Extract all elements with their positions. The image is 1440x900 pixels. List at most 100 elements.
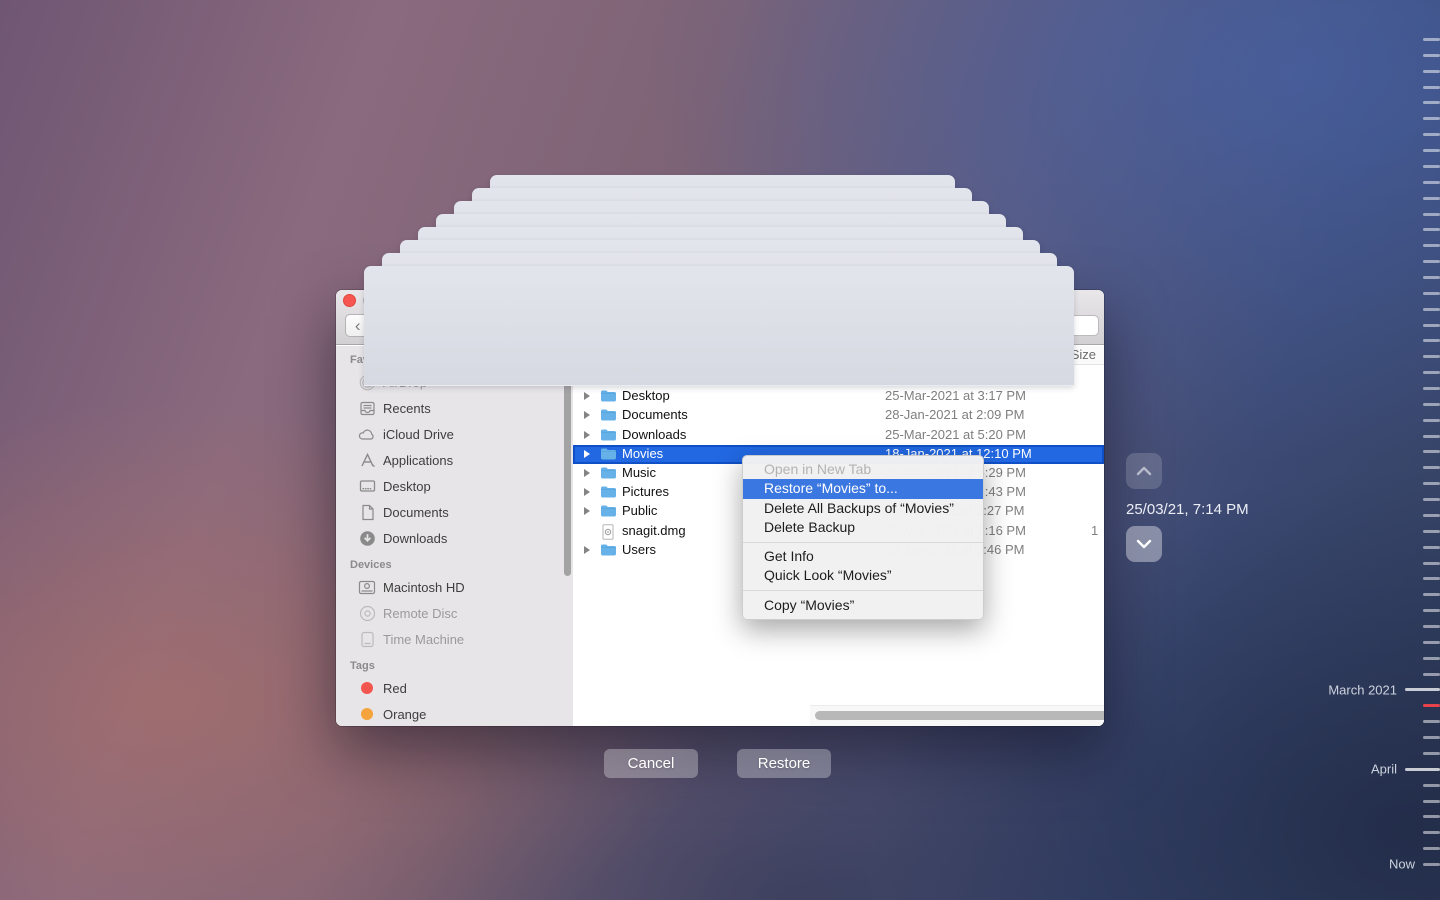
timeline-tick[interactable] — [1423, 593, 1440, 596]
disclosure-triangle-icon[interactable] — [584, 392, 590, 400]
timeline-tick[interactable] — [1423, 403, 1440, 406]
timeline-tick[interactable] — [1423, 86, 1440, 89]
menu-item-quick-look-movies[interactable]: Quick Look “Movies” — [743, 566, 983, 585]
timeline-tick[interactable] — [1423, 482, 1440, 485]
timeline-tick[interactable] — [1423, 371, 1440, 374]
sidebar-item-orange[interactable]: Orange — [336, 701, 573, 726]
timeline-tick[interactable] — [1423, 498, 1440, 501]
timeline-tick[interactable] — [1423, 466, 1440, 469]
sidebar-item-applications[interactable]: Applications — [336, 447, 573, 473]
timeline-tick[interactable] — [1423, 784, 1440, 787]
timeline-tick[interactable] — [1423, 863, 1440, 866]
timeline-tick[interactable] — [1405, 768, 1440, 771]
menu-item-get-info[interactable]: Get Info — [743, 547, 983, 566]
timeline-tick[interactable] — [1423, 641, 1440, 644]
timeline-tick[interactable] — [1423, 38, 1440, 41]
menu-separator — [743, 542, 983, 543]
stacked-backup-window-1[interactable] — [364, 266, 1074, 386]
timeline-tick[interactable] — [1423, 213, 1440, 216]
menu-item-copy-movies[interactable]: Copy “Movies” — [743, 596, 983, 615]
sidebar-item-downloads[interactable]: Downloads — [336, 525, 573, 551]
file-name: Documents — [622, 407, 688, 422]
timeline-tick[interactable] — [1423, 165, 1440, 168]
column-header-size[interactable]: Size — [1071, 347, 1096, 362]
timeline-tick[interactable] — [1423, 800, 1440, 803]
sidebar-item-red[interactable]: Red — [336, 675, 573, 701]
timeline-tick[interactable] — [1405, 688, 1440, 691]
timeline-tick[interactable] — [1423, 149, 1440, 152]
sidebar-item-recents[interactable]: Recents — [336, 395, 573, 421]
restore-button[interactable]: Restore — [737, 749, 831, 778]
timeline-tick[interactable] — [1423, 324, 1440, 327]
timeline-tick[interactable] — [1423, 736, 1440, 739]
disclosure-triangle-icon[interactable] — [584, 431, 590, 439]
sidebar-item-macintosh-hd[interactable]: Macintosh HD — [336, 574, 573, 600]
timeline-tick[interactable] — [1423, 419, 1440, 422]
disclosure-triangle-icon[interactable] — [584, 488, 590, 496]
file-date: 28-Jan-2021 at 2:09 PM — [885, 407, 1024, 422]
file-row-downloads[interactable]: Downloads 25-Mar-2021 at 5:20 PM — [573, 426, 1104, 445]
desktop-icon — [358, 477, 376, 495]
timeline-tick[interactable] — [1423, 546, 1440, 549]
timeline-tick[interactable] — [1423, 70, 1440, 73]
timeline-tick[interactable] — [1423, 117, 1440, 120]
timeline-tick[interactable] — [1423, 673, 1440, 676]
timeline-tick[interactable] — [1423, 292, 1440, 295]
timeline-tick[interactable] — [1423, 260, 1440, 263]
file-row-documents[interactable]: Documents 28-Jan-2021 at 2:09 PM — [573, 406, 1104, 425]
disclosure-triangle-icon[interactable] — [584, 507, 590, 515]
timeline-tick[interactable] — [1423, 530, 1440, 533]
sidebar-item-time-machine[interactable]: Time Machine — [336, 626, 573, 652]
horizontal-scrollbar-track[interactable] — [810, 705, 1104, 726]
disclosure-triangle-icon[interactable] — [584, 546, 590, 554]
disclosure-triangle-icon[interactable] — [584, 469, 590, 477]
menu-separator — [743, 590, 983, 591]
sidebar-item-label: Red — [383, 681, 407, 696]
menu-item-restore-movies-to[interactable]: Restore “Movies” to... — [743, 479, 983, 498]
timeline-tick[interactable] — [1423, 847, 1440, 850]
disclosure-triangle-icon[interactable] — [584, 411, 590, 419]
timeline-tick[interactable] — [1423, 228, 1440, 231]
timeline-tick[interactable] — [1423, 720, 1440, 723]
sidebar-item-documents[interactable]: Documents — [336, 499, 573, 525]
file-name: snagit.dmg — [622, 523, 686, 538]
timeline-tick[interactable] — [1423, 450, 1440, 453]
timeline-tick[interactable] — [1423, 831, 1440, 834]
timeline-tick[interactable] — [1423, 308, 1440, 311]
sidebar-item-icloud-drive[interactable]: iCloud Drive — [336, 421, 573, 447]
timeline-tick[interactable] — [1423, 181, 1440, 184]
timeline-tick[interactable] — [1423, 101, 1440, 104]
timeline-tick[interactable] — [1423, 54, 1440, 57]
menu-item-delete-all-backups-of-movies[interactable]: Delete All Backups of “Movies” — [743, 499, 983, 518]
timeline-tick-selected[interactable] — [1423, 704, 1440, 707]
timeline-tick[interactable] — [1423, 625, 1440, 628]
sidebar-item-label: Documents — [383, 505, 449, 520]
timeline-tick[interactable] — [1423, 276, 1440, 279]
timeline-tick[interactable] — [1423, 355, 1440, 358]
menu-item-open-in-new-tab[interactable]: Open in New Tab — [743, 460, 983, 479]
timeline-tick[interactable] — [1423, 609, 1440, 612]
disclosure-triangle-icon[interactable] — [584, 450, 590, 458]
timeline-forward-button[interactable] — [1126, 526, 1162, 562]
timeline-tick[interactable] — [1423, 435, 1440, 438]
timeline-tick[interactable] — [1423, 197, 1440, 200]
cancel-button[interactable]: Cancel — [604, 749, 698, 778]
sidebar-item-desktop[interactable]: Desktop — [336, 473, 573, 499]
menu-item-delete-backup[interactable]: Delete Backup — [743, 518, 983, 537]
timeline-tick[interactable] — [1423, 514, 1440, 517]
timeline-back-button[interactable] — [1126, 453, 1162, 489]
file-name: Pictures — [622, 484, 669, 499]
timeline-tick[interactable] — [1423, 133, 1440, 136]
timeline-tick[interactable] — [1423, 387, 1440, 390]
timeline-tick[interactable] — [1423, 577, 1440, 580]
timeline-tick[interactable] — [1423, 562, 1440, 565]
timeline-tick[interactable] — [1423, 815, 1440, 818]
horizontal-scrollbar-thumb[interactable] — [815, 711, 1104, 720]
timeline-tick[interactable] — [1423, 339, 1440, 342]
timeline-tick[interactable] — [1423, 657, 1440, 660]
timeline-tick[interactable] — [1423, 244, 1440, 247]
sidebar-item-remote-disc[interactable]: Remote Disc — [336, 600, 573, 626]
recents-icon — [358, 399, 376, 417]
file-row-desktop[interactable]: Desktop 25-Mar-2021 at 3:17 PM — [573, 387, 1104, 406]
timeline-tick[interactable] — [1423, 752, 1440, 755]
